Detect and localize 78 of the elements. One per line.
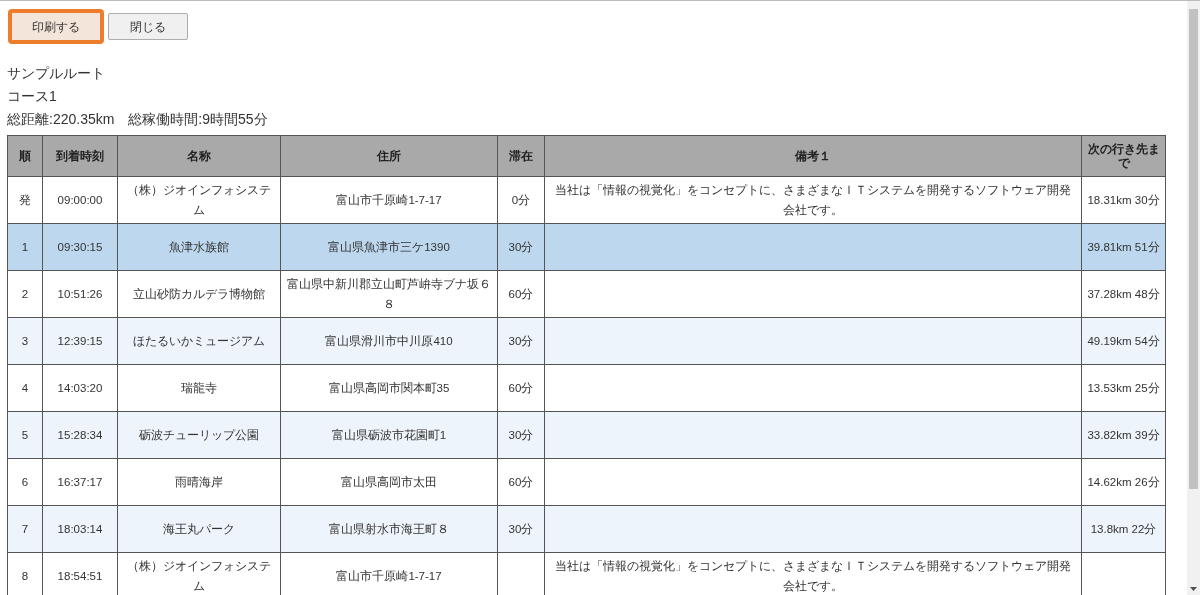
name-cell: 雨晴海岸 (175, 476, 223, 488)
next-leg-cell: 33.82km 39分 (1087, 429, 1160, 441)
stay-cell: 30分 (508, 523, 534, 535)
address-cell: 富山県魚津市三ケ1390 (328, 241, 450, 253)
arrival-time-cell: 18:54:51 (57, 570, 103, 582)
order-cell: 7 (21, 523, 29, 535)
order-cell: 発 (19, 194, 31, 206)
scrollbar[interactable] (1187, 1, 1200, 595)
next-leg-cell: 18.31km 30分 (1087, 194, 1160, 206)
stay-cell: 60分 (508, 476, 534, 488)
next-leg-cell: 39.81km 51分 (1087, 241, 1160, 253)
close-button[interactable]: 閉じる (108, 13, 188, 40)
stay-cell: 30分 (508, 429, 534, 441)
address-cell: 富山県高岡市関本町35 (328, 382, 450, 394)
print-button[interactable]: 印刷する (8, 9, 104, 44)
column-header: 滞在 (497, 135, 545, 177)
name-cell: 魚津水族館 (169, 241, 229, 253)
arrival-time-cell: 09:00:00 (57, 194, 103, 206)
arrival-time-cell: 18:03:14 (57, 523, 103, 535)
column-header: 到着時刻 (42, 135, 118, 177)
table-row[interactable]: 7 18:03:14 海王丸パーク 富山県射水市海王町８ 30分 13.8km 22分 (7, 505, 1166, 553)
arrival-time-cell: 16:37:17 (57, 476, 103, 488)
stay-cell: 30分 (508, 241, 534, 253)
address-cell: 富山県射水市海王町８ (329, 523, 449, 535)
address-cell: 富山市千原崎1-7-17 (336, 194, 442, 206)
name-cell: 立山砂防カルデラ博物館 (133, 288, 265, 300)
order-cell: 2 (21, 288, 29, 300)
scrollbar-thumb[interactable] (1189, 9, 1198, 489)
table-row[interactable]: 6 16:37:17 雨晴海岸 富山県高岡市太田 60分 14.62km 26分 (7, 458, 1166, 506)
address-cell: 富山市千原崎1-7-17 (336, 570, 442, 582)
note-cell: 当社は「情報の視覚化」をコンセプトに、さまざまなＩＴシステムを開発するソフトウェア開発会社です。 (555, 184, 1071, 216)
order-cell: 5 (21, 429, 29, 441)
stay-cell: 60分 (508, 288, 534, 300)
order-cell: 8 (21, 570, 29, 582)
next-leg-cell: 13.8km 22分 (1090, 523, 1157, 535)
column-header: 順 (7, 135, 43, 177)
course-name: コース1 (7, 87, 58, 106)
route-name: サンプルルート (7, 64, 106, 83)
next-leg-cell: 37.28km 48分 (1087, 288, 1160, 300)
name-cell: ほたるいかミュージアム (133, 335, 265, 347)
table-row[interactable]: 3 12:39:15 ほたるいかミュージアム 富山県滑川市中川原410 30分 49.19km 54分 (7, 317, 1166, 365)
table-row[interactable]: 2 10:51:26 立山砂防カルデラ博物館 富山県中新川郡立山町芦峅寺ブナ坂６８ 60分 37.28km 48分 (7, 270, 1166, 318)
note-cell: 当社は「情報の視覚化」をコンセプトに、さまざまなＩＴシステムを開発するソフトウェア開発会社です。 (555, 560, 1071, 592)
arrival-time-cell: 15:28:34 (57, 429, 103, 441)
table-row[interactable]: 1 09:30:15 魚津水族館 富山県魚津市三ケ1390 30分 39.81km 51分 (7, 223, 1166, 271)
arrival-time-cell: 14:03:20 (57, 382, 103, 394)
next-leg-cell: 13.53km 25分 (1087, 382, 1160, 394)
scroll-down-icon[interactable] (1190, 587, 1197, 591)
address-cell: 富山県高岡市太田 (341, 476, 437, 488)
name-cell: （株）ジオインフォシステム (127, 560, 271, 592)
arrival-time-cell: 09:30:15 (57, 241, 103, 253)
column-header: 名称 (117, 135, 281, 177)
order-cell: 1 (21, 241, 29, 253)
column-header: 次の行き先まで (1081, 135, 1166, 177)
arrival-time-cell: 12:39:15 (57, 335, 103, 347)
stay-cell: 30分 (508, 335, 534, 347)
order-cell: 4 (21, 382, 29, 394)
table-row[interactable]: 8 18:54:51 （株）ジオインフォシステム 富山市千原崎1-7-17 当社は「情報の視覚化」をコンセプトに、さまざまなＩＴシステムを開発するソフトウェア開発会社です。 (7, 552, 1166, 595)
address-cell: 富山県中新川郡立山町芦峅寺ブナ坂６８ (287, 278, 491, 310)
column-header: 住所 (280, 135, 498, 177)
stay-cell: 60分 (508, 382, 534, 394)
name-cell: （株）ジオインフォシステム (127, 184, 271, 216)
next-leg-cell: 49.19km 54分 (1087, 335, 1160, 347)
table-row[interactable]: 5 15:28:34 砺波チューリップ公園 富山県砺波市花園町1 30分 33.82km 39分 (7, 411, 1166, 459)
name-cell: 海王丸パーク (163, 523, 235, 535)
table-row[interactable]: 発 09:00:00 （株）ジオインフォシステム 富山市千原崎1-7-17 0分 当社は「情報の視覚化」をコンセプトに、さまざまなＩＴシステムを開発するソフトウェア開発会社です。 18.31km 30分 (7, 176, 1166, 224)
stay-cell: 0分 (511, 194, 531, 206)
table-row[interactable]: 4 14:03:20 瑞龍寺 富山県高岡市関本町35 60分 13.53km 25分 (7, 364, 1166, 412)
arrival-time-cell: 10:51:26 (57, 288, 103, 300)
address-cell: 富山県砺波市花園町1 (331, 429, 447, 441)
next-leg-cell: 14.62km 26分 (1087, 476, 1160, 488)
name-cell: 瑞龍寺 (181, 382, 217, 394)
route-summary: 総距離:220.35km 総稼働時間:9時間55分 (7, 110, 269, 129)
order-cell: 6 (21, 476, 29, 488)
column-header: 備考１ (544, 135, 1082, 177)
address-cell: 富山県滑川市中川原410 (325, 335, 453, 347)
order-cell: 3 (21, 335, 29, 347)
name-cell: 砺波チューリップ公園 (139, 429, 259, 441)
